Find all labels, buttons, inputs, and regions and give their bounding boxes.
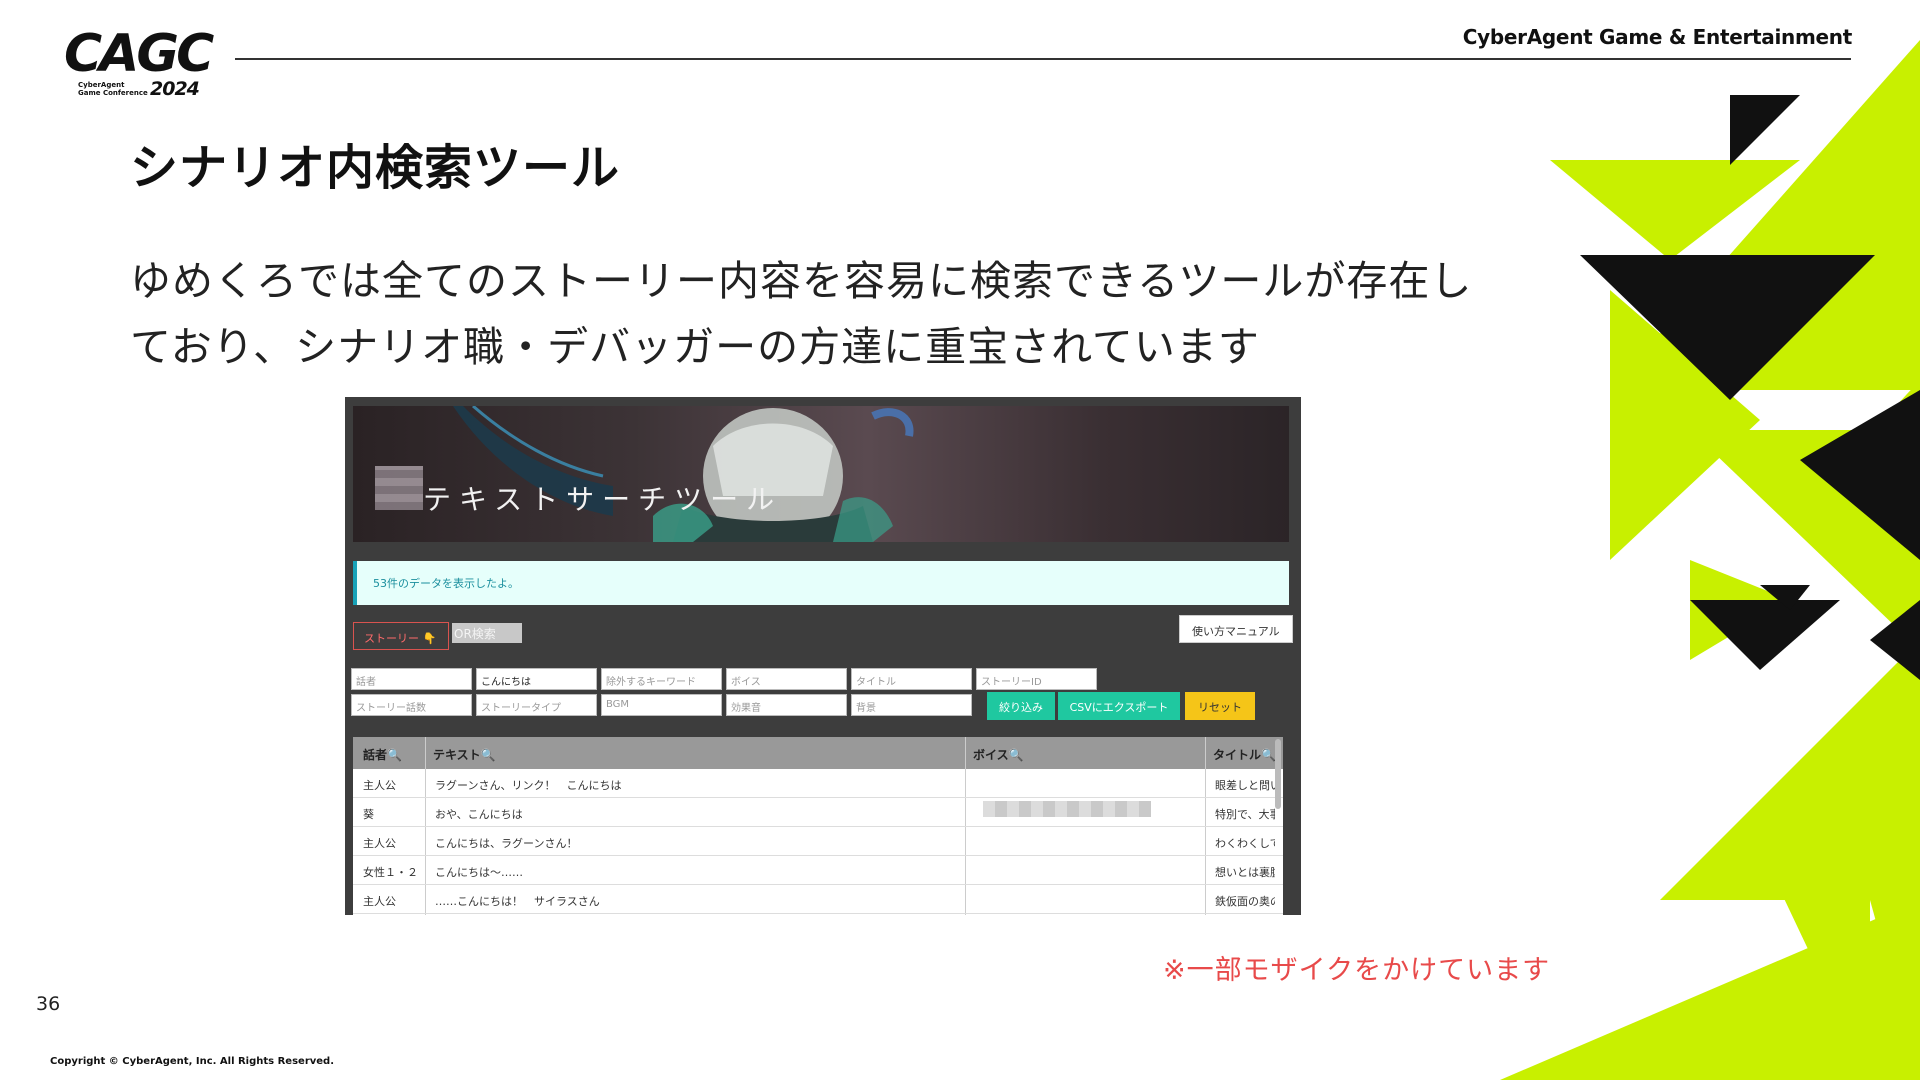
- logo-subtitle-2: Game Conference: [78, 89, 148, 97]
- cell-title: 想いとは裏腹: [1215, 866, 1275, 879]
- field-placeholder: 効果音: [731, 703, 761, 714]
- filter-button[interactable]: 絞り込み: [987, 692, 1055, 720]
- table-row[interactable]: 主人公 ……こんにちは！ サイラスさん 鉄仮面の奥の: [353, 885, 1283, 914]
- story-episode-field[interactable]: ストーリー話数: [351, 694, 472, 716]
- cell-text: ラグーンさん、リンク！ こんにちは: [435, 779, 622, 792]
- column-header-voice[interactable]: ボイス🔍: [973, 746, 1024, 763]
- table-row[interactable]: 主人公 こんにちは、ラグーンさん！ わくわくして: [353, 827, 1283, 856]
- story-button-label: ストーリー 👇: [364, 632, 437, 645]
- story-id-field[interactable]: ストーリーID: [976, 668, 1097, 690]
- bgm-field[interactable]: BGM: [601, 694, 722, 716]
- table-header: 話者🔍 テキスト🔍 ボイス🔍 タイトル🔍: [353, 737, 1283, 769]
- field-placeholder: 話者: [356, 677, 376, 688]
- cell-title: 特別で、大事: [1215, 808, 1275, 821]
- cell-speaker: 主人公: [363, 779, 396, 792]
- voice-mosaic: [983, 801, 1151, 817]
- voice-field[interactable]: ボイス: [726, 668, 847, 690]
- field-placeholder: ストーリーID: [981, 677, 1042, 688]
- or-search-label: OR検索: [454, 627, 496, 641]
- logo-wordmark: CAGC: [64, 24, 214, 84]
- field-placeholder: ストーリー話数: [356, 703, 426, 714]
- filter-button-label: 絞り込み: [999, 701, 1043, 714]
- cagc-logo: CAGC CyberAgent Game Conference 2024: [64, 28, 214, 100]
- banner-character-art: [453, 406, 914, 542]
- reset-button-label: リセット: [1198, 701, 1242, 714]
- body-line-1: ゆめくろでは全てのストーリー内容を容易に検索できるツールが存在し: [130, 257, 1473, 305]
- copyright: Copyright © CyberAgent, Inc. All Rights …: [50, 1056, 335, 1067]
- manual-button[interactable]: 使い方マニュアル: [1179, 615, 1293, 643]
- field-placeholder: ボイス: [731, 677, 761, 688]
- reset-button[interactable]: リセット: [1185, 692, 1255, 720]
- story-type-field[interactable]: ストーリータイプ: [476, 694, 597, 716]
- field-value: こんにちは: [481, 677, 531, 688]
- tool-banner: テキストサーチツール: [353, 406, 1289, 542]
- column-header-title[interactable]: タイトル🔍: [1213, 746, 1276, 763]
- cell-speaker: 主人公: [363, 837, 396, 850]
- field-placeholder: BGM: [606, 699, 630, 710]
- column-header-text[interactable]: テキスト🔍: [433, 746, 496, 763]
- field-placeholder: ストーリータイプ: [481, 703, 561, 714]
- cell-title: 鉄仮面の奥の: [1215, 895, 1275, 908]
- slide-title: シナリオ内検索ツール: [130, 140, 621, 196]
- page-number: 36: [36, 993, 61, 1015]
- banner-title: テキストサーチツール: [423, 483, 783, 516]
- results-table: 話者🔍 テキスト🔍 ボイス🔍 タイトル🔍 主人公 ラグーンさん、リンク！ こんに…: [353, 737, 1283, 915]
- tool-screenshot: テキストサーチツール 53件のデータを表示したよ。 ストーリー 👇 OR検索 使…: [345, 397, 1301, 915]
- result-alert: 53件のデータを表示したよ。: [353, 561, 1289, 605]
- field-placeholder: 背景: [856, 703, 876, 714]
- cell-speaker: 主人公: [363, 895, 396, 908]
- table-scrollbar[interactable]: [1275, 739, 1281, 809]
- cell-text: こんにちは、ラグーンさん！: [435, 837, 578, 850]
- cell-speaker: 葵: [363, 808, 374, 821]
- body-line-2: ており、シナリオ職・デバッガーの方達に重宝されています: [130, 323, 1260, 371]
- speaker-field[interactable]: 話者: [351, 668, 472, 690]
- cell-text: こんにちは〜……: [435, 866, 523, 879]
- column-header-speaker[interactable]: 話者🔍: [363, 746, 402, 763]
- cell-speaker: 女性１・２: [363, 866, 418, 879]
- table-row[interactable]: 女性１・２ こんにちは〜…… 想いとは裏腹: [353, 856, 1283, 885]
- or-search-toggle[interactable]: OR検索: [452, 623, 522, 643]
- cell-title: 眼差しと問い: [1215, 779, 1275, 792]
- csv-button-label: CSVにエクスポート: [1069, 701, 1169, 714]
- slide-body: ゆめくろでは全てのストーリー内容を容易に検索できるツールが存在し ており、シナリ…: [130, 248, 1530, 380]
- table-row[interactable]: 主人公 ラグーンさん、リンク！ こんにちは 眼差しと問い: [353, 769, 1283, 798]
- cell-text: おや、こんにちは: [435, 808, 523, 821]
- logo-subtitle-1: CyberAgent: [78, 81, 125, 89]
- cell-title: わくわくして: [1215, 837, 1275, 850]
- sound-effect-field[interactable]: 効果音: [726, 694, 847, 716]
- title-field[interactable]: タイトル: [851, 668, 972, 690]
- background-field[interactable]: 背景: [851, 694, 972, 716]
- logo-year: 2024: [150, 78, 200, 100]
- story-dropdown-button[interactable]: ストーリー 👇: [353, 622, 449, 650]
- alert-text: 53件のデータを表示したよ。: [373, 577, 519, 590]
- keyword-field[interactable]: こんにちは: [476, 668, 597, 690]
- field-placeholder: タイトル: [856, 677, 896, 688]
- field-placeholder: 除外するキーワード: [606, 677, 696, 688]
- csv-export-button[interactable]: CSVにエクスポート: [1058, 692, 1180, 720]
- manual-button-label: 使い方マニュアル: [1192, 625, 1280, 638]
- banner-mosaic: [375, 466, 423, 510]
- cell-text: ……こんにちは！ サイラスさん: [435, 895, 600, 908]
- decorative-triangles: [1500, 40, 1920, 1080]
- exclude-keyword-field[interactable]: 除外するキーワード: [601, 668, 722, 690]
